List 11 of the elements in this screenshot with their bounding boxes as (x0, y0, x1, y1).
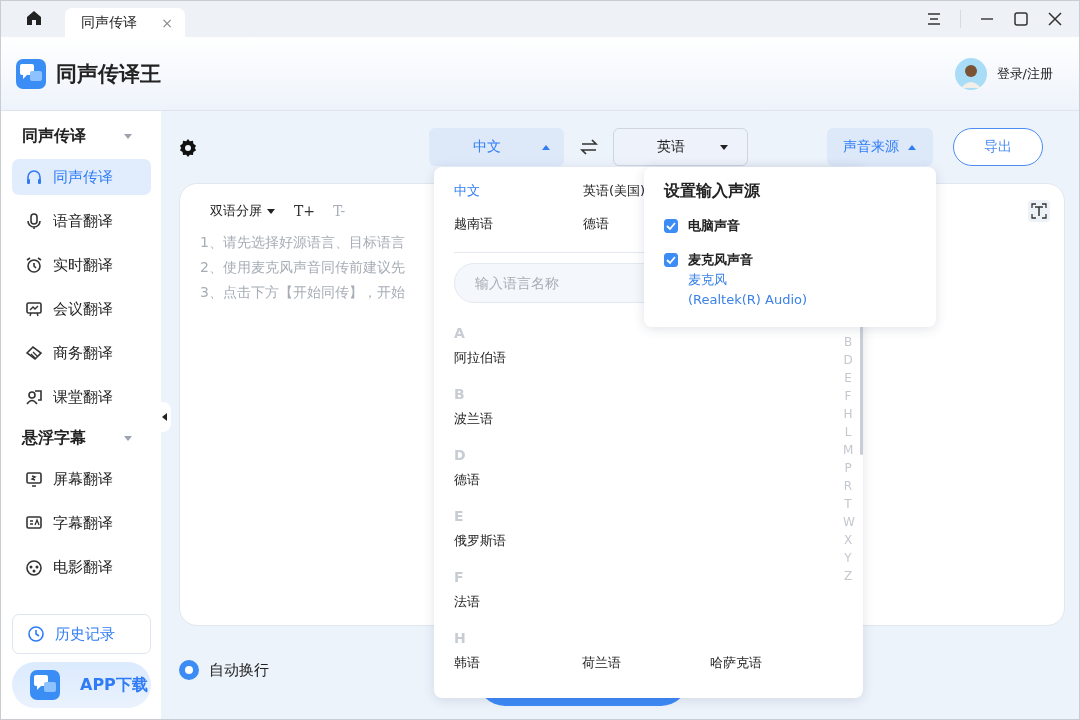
option-label: 麦克风声音 (688, 251, 754, 269)
popup-title: 设置输入声源 (664, 181, 761, 202)
hint-text: 1、请先选择好源语言、目标语言 (200, 233, 405, 252)
section-title: 同声传译 (22, 125, 86, 147)
hint-text: 3、点击下方【开始同传】，开始 (200, 283, 405, 302)
hint-text: 2、使用麦克风声音同传前建议先 (200, 258, 405, 277)
device-name: 麦克风 (688, 271, 728, 289)
option-label: 电脑声音 (688, 217, 740, 235)
device-name: (Realtek(R) Audio) (688, 291, 808, 309)
section-title: 悬浮字幕 (22, 427, 86, 449)
app-name: 同声传译王 (56, 60, 161, 88)
